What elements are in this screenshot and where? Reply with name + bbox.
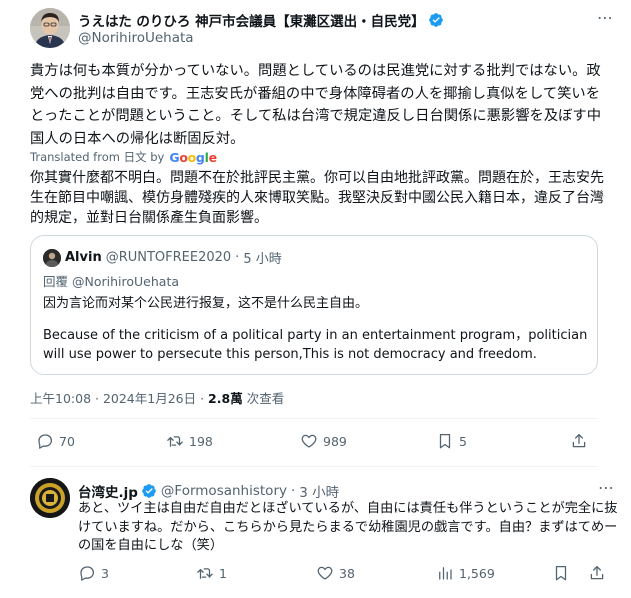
tweet-header: うえはた のりひろ 神戸市会議員【東灘区選出・自民党】 @NorihiroUeh…	[30, 8, 620, 48]
reply-icon	[38, 434, 53, 449]
reply-action-bar: 3 1 38 1,569	[78, 564, 618, 584]
share-icon	[590, 565, 604, 580]
repost-icon	[167, 436, 183, 447]
analytics-icon	[439, 567, 452, 580]
reply-author-handle[interactable]: @Formosanhistory	[161, 483, 287, 499]
reply-label: 回覆	[43, 274, 69, 289]
bookmark-count: 5	[459, 433, 467, 449]
repost-button[interactable]: 1	[196, 564, 227, 582]
reply-header: 台湾史.jp @Formosanhistory · 3 小時	[78, 481, 339, 501]
bookmark-button[interactable]: 5	[436, 432, 467, 450]
quoted-author-handle[interactable]: @RUNTOFREE2020	[106, 250, 231, 265]
reply-count: 70	[59, 433, 75, 449]
verified-badge-icon	[142, 484, 156, 498]
views-count: 1,569	[459, 565, 495, 581]
more-icon[interactable]: ⋯	[598, 478, 614, 497]
bookmark-button[interactable]	[552, 564, 570, 582]
bookmark-icon	[555, 565, 567, 581]
like-button[interactable]: 38	[316, 564, 355, 582]
author-avatar[interactable]	[30, 8, 70, 48]
bookmark-icon	[439, 433, 451, 449]
translated-from-label[interactable]: Translated from 日文 by	[30, 149, 164, 165]
quoted-separator: ·	[235, 250, 240, 265]
author-name-row[interactable]: うえはた のりひろ 神戸市会議員【東灘区選出・自民党】	[78, 10, 444, 30]
reply-text: あと、ツイ主は自由だ自由だとほざいているが、自由には責任も伴うということが完全に…	[78, 501, 618, 553]
quoted-text-en: Because of the criticism of a political …	[43, 328, 588, 362]
reply-time[interactable]: 3 小時	[299, 481, 339, 501]
repost-icon	[197, 568, 213, 579]
like-count: 989	[323, 433, 347, 449]
quoted-reply-context: 回覆 @NorihiroUehata	[43, 271, 179, 290]
quoted-tweet-header: Alvin @RUNTOFREE2020 · 5 小時	[43, 248, 282, 267]
reply-author-name[interactable]: 台湾史.jp	[78, 481, 138, 501]
more-icon[interactable]: ⋯	[597, 8, 614, 27]
tweet-timestamp-row: 上午10:08 · 2024年1月26日 · 2.8萬 次查看	[30, 388, 284, 407]
reply-separator: ·	[290, 483, 296, 499]
quoted-author-avatar[interactable]	[43, 248, 61, 267]
repost-count: 198	[189, 433, 213, 449]
divider	[30, 466, 598, 467]
divider	[30, 418, 598, 419]
tweet-action-bar: 70 198 989 5	[30, 432, 598, 454]
reply-author-avatar[interactable]	[30, 478, 70, 518]
tweet-body-original: 貴方は何も本質が分かっていない。問題としているのは民進党に対する批判ではない。政…	[30, 63, 602, 147]
reply-to-handle[interactable]: @NorihiroUehata	[72, 274, 179, 289]
share-icon	[572, 433, 586, 448]
author-handle[interactable]: @NorihiroUehata	[78, 30, 194, 46]
views-count: 2.8萬	[208, 391, 243, 406]
reply-button[interactable]: 3	[78, 564, 109, 582]
tweet-body-translation: 你其實什麼都不明白。問題不在於批評民主黨。你可以自由地批評政黨。問題在於，王志安…	[30, 170, 604, 226]
quoted-text-zh: 因为言论而对某个公民进行报复，这不是什么民主自由。	[43, 296, 369, 311]
quoted-tweet-card[interactable]: Alvin @RUNTOFREE2020 · 5 小時 回覆 @Norihiro…	[30, 235, 598, 375]
reply-count: 3	[101, 565, 109, 581]
reply-button[interactable]: 70	[36, 432, 75, 450]
share-button[interactable]	[570, 432, 588, 450]
google-logo: Google	[169, 149, 217, 165]
repost-button[interactable]: 198	[166, 432, 213, 450]
translation-notice[interactable]: Translated from 日文 by Google	[30, 149, 217, 165]
repost-count: 1	[219, 565, 227, 581]
heart-icon	[317, 566, 333, 580]
views-button[interactable]: 1,569	[436, 564, 495, 582]
heart-icon	[301, 434, 317, 448]
share-button[interactable]	[588, 564, 606, 582]
tweet-timestamp[interactable]: 上午10:08 · 2024年1月26日 ·	[30, 391, 204, 406]
like-count: 38	[339, 565, 355, 581]
reply-tweet[interactable]: 台湾史.jp @Formosanhistory · 3 小時 ⋯ あと、ツイ主は…	[30, 478, 620, 593]
like-button[interactable]: 989	[300, 432, 347, 450]
quoted-time[interactable]: 5 小時	[243, 248, 281, 267]
verified-badge-icon	[428, 13, 443, 27]
views-label: 次查看	[246, 391, 285, 406]
quoted-author-name[interactable]: Alvin	[65, 250, 102, 265]
author-display-name[interactable]: うえはた のりひろ 神戸市会議員【東灘区選出・自民党】	[78, 10, 425, 30]
reply-icon	[80, 566, 95, 581]
